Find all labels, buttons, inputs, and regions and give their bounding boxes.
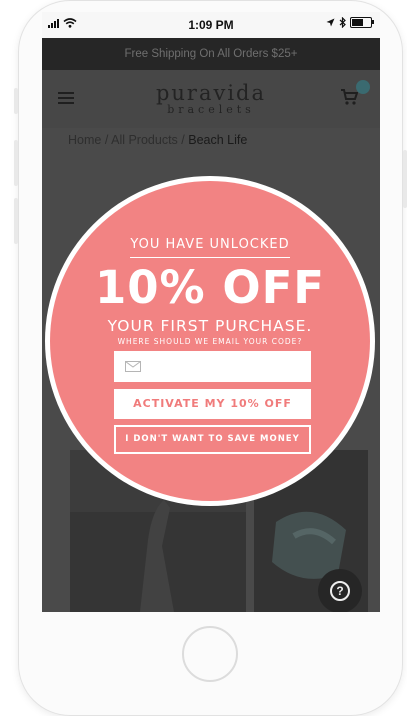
email-input[interactable] <box>148 351 307 384</box>
phone-volume-down <box>14 198 18 244</box>
bluetooth-icon <box>339 17 346 28</box>
promo-banner[interactable]: Free Shipping On All Orders $25+ <box>42 38 380 70</box>
location-arrow-icon <box>326 18 335 27</box>
logo-main-text: puravida <box>155 81 267 105</box>
email-field[interactable] <box>114 351 311 384</box>
breadcrumb-home[interactable]: Home <box>68 133 101 147</box>
phone-volume-up <box>14 140 18 186</box>
cart-count-badge <box>356 80 370 94</box>
phone-power-button <box>403 150 407 208</box>
popup-first-purchase-text: YOUR FIRST PURCHASE. <box>107 317 313 335</box>
breadcrumb-separator: / <box>181 133 185 147</box>
battery-icon <box>350 17 374 28</box>
battery-fill <box>352 19 363 26</box>
breadcrumb-separator: / <box>104 133 109 147</box>
breadcrumb-current: Beach Life <box>188 133 248 147</box>
popup-unlocked-text: YOU HAVE UNLOCKED <box>130 237 290 252</box>
status-bar: 1:09 PM <box>42 12 380 38</box>
phone-mute-switch <box>14 88 18 114</box>
popup-email-prompt: WHERE SHOULD WE EMAIL YOUR CODE? <box>117 337 303 346</box>
phone-home-button[interactable] <box>182 626 238 682</box>
cart-icon <box>341 89 359 105</box>
discount-popup: YOU HAVE UNLOCKED 10% OFF YOUR FIRST PUR… <box>45 176 375 506</box>
hamburger-menu-icon[interactable] <box>58 92 74 104</box>
breadcrumb-all-products[interactable]: All Products <box>111 133 178 147</box>
site-header: puravida bracelets <box>42 70 380 128</box>
logo-sub-text: bracelets <box>167 103 255 116</box>
decline-discount-button[interactable]: I DON'T WANT TO SAVE MONEY <box>114 425 311 454</box>
brand-logo[interactable]: puravida bracelets <box>138 82 284 116</box>
activate-discount-button[interactable]: ACTIVATE MY 10% OFF <box>114 389 311 419</box>
question-mark-icon: ? <box>330 581 350 601</box>
cart-button[interactable] <box>340 80 370 110</box>
popup-divider <box>130 257 290 258</box>
help-button[interactable]: ? <box>318 569 362 612</box>
popup-discount-heading: 10% OFF <box>94 261 326 314</box>
popup-circle: YOU HAVE UNLOCKED 10% OFF YOUR FIRST PUR… <box>50 181 370 501</box>
breadcrumb: Home / All Products / Beach Life <box>68 133 247 147</box>
mail-icon <box>125 361 141 372</box>
